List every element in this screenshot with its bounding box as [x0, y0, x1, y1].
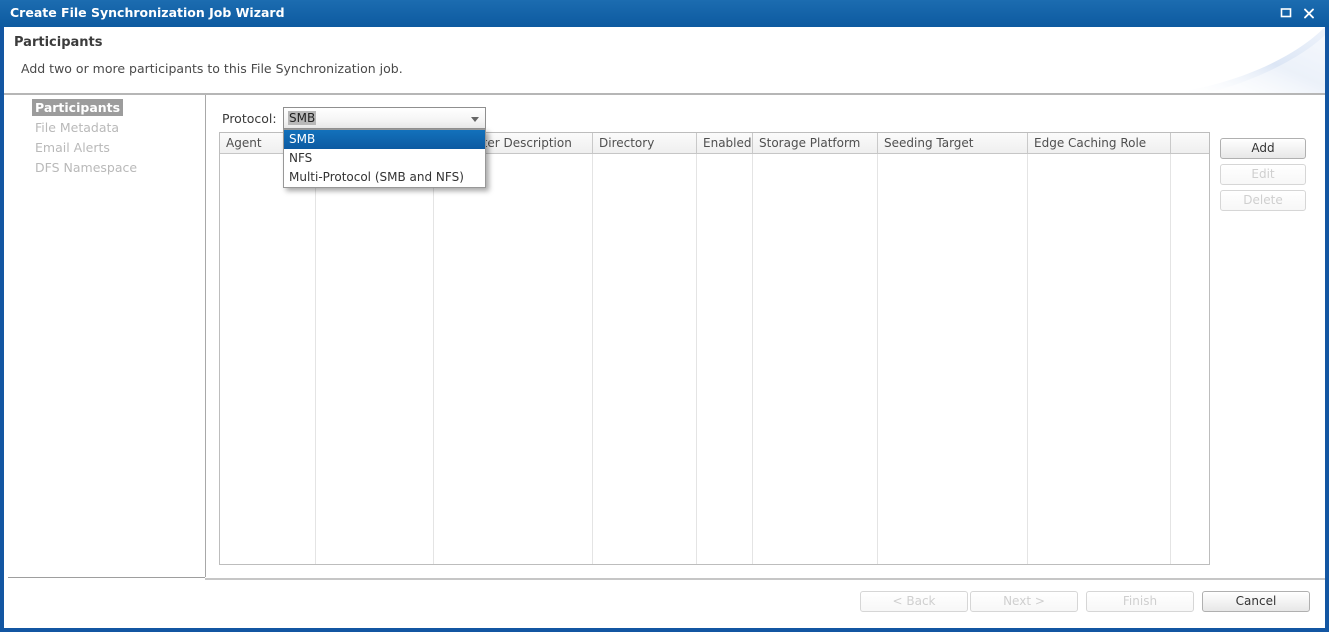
decorative-swoosh-graphic — [1173, 27, 1325, 93]
sidebar-item-label: Email Alerts — [35, 140, 110, 155]
title-bar[interactable]: Create File Synchronization Job Wizard — [0, 0, 1329, 27]
back-button: < Back — [860, 591, 968, 612]
column-header-edge-caching-role[interactable]: Edge Caching Role — [1028, 133, 1171, 153]
sidebar-item-file-metadata: File Metadata — [8, 119, 205, 139]
finish-button: Finish — [1086, 591, 1194, 612]
chevron-down-icon[interactable] — [471, 117, 479, 122]
table-column — [593, 154, 697, 564]
table-column — [753, 154, 878, 564]
maximize-icon — [1280, 8, 1292, 18]
wizard-header: Participants Add two or more participant… — [4, 27, 1325, 93]
protocol-selected-value: SMB — [288, 111, 317, 125]
maximize-button[interactable] — [1280, 7, 1292, 19]
window-border-right — [1325, 27, 1329, 632]
sidebar-item-email-alerts: Email Alerts — [8, 139, 205, 159]
table-column — [1028, 154, 1171, 564]
wizard-window: Create File Synchronization Job Wizard P… — [0, 0, 1329, 632]
table-column — [316, 154, 434, 564]
window-title: Create File Synchronization Job Wizard — [10, 5, 285, 20]
participants-table-body — [220, 154, 1209, 564]
page-subtitle: Add two or more participants to this Fil… — [21, 61, 403, 76]
edit-button: Edit — [1220, 164, 1306, 185]
window-controls — [1280, 7, 1315, 19]
column-header-seeding-target[interactable]: Seeding Target — [878, 133, 1028, 153]
sidebar-item-participants[interactable]: Participants — [8, 99, 205, 119]
cancel-button[interactable]: Cancel — [1202, 591, 1310, 612]
table-column — [878, 154, 1028, 564]
protocol-label: Protocol: — [222, 111, 277, 126]
column-header-blank[interactable] — [1171, 133, 1209, 153]
delete-button: Delete — [1220, 190, 1306, 211]
column-header-enabled[interactable]: Enabled — [697, 133, 753, 153]
dropdown-option-nfs[interactable]: NFS — [284, 149, 485, 168]
close-icon — [1304, 8, 1314, 19]
table-column — [1171, 154, 1209, 564]
wizard-steps-list: Participants File Metadata Email Alerts DFS… — [8, 99, 205, 179]
column-header-directory[interactable]: Directory — [593, 133, 697, 153]
table-column — [220, 154, 316, 564]
window-border-left — [0, 27, 4, 632]
sidebar-item-dfs-namespace: DFS Namespace — [8, 159, 205, 179]
participants-table: Agent Computer Description Directory Enable… — [219, 132, 1210, 565]
sidebar-divider — [205, 95, 206, 577]
footer-divider-left — [8, 577, 205, 578]
column-header-storage-platform[interactable]: Storage Platform — [753, 133, 878, 153]
header-divider — [4, 93, 1325, 95]
sidebar-item-label: Participants — [32, 99, 124, 116]
protocol-dropdown[interactable]: SMB — [283, 107, 486, 129]
page-title: Participants — [14, 35, 103, 50]
next-button: Next > — [970, 591, 1078, 612]
sidebar-item-label: File Metadata — [35, 120, 120, 135]
close-button[interactable] — [1303, 7, 1315, 19]
window-border-bottom — [0, 628, 1329, 632]
dropdown-option-smb[interactable]: SMB — [284, 130, 485, 149]
participant-action-buttons: Add Edit Delete — [1220, 138, 1306, 211]
sidebar-item-label: DFS Namespace — [35, 160, 138, 175]
add-button[interactable]: Add — [1220, 138, 1306, 159]
footer-divider — [205, 578, 1325, 580]
protocol-options-list: SMB NFS Multi-Protocol (SMB and NFS) — [283, 129, 486, 188]
dropdown-option-multi-protocol-smb-and-nfs[interactable]: Multi-Protocol (SMB and NFS) — [284, 168, 485, 187]
table-column — [697, 154, 753, 564]
table-column — [434, 154, 593, 564]
